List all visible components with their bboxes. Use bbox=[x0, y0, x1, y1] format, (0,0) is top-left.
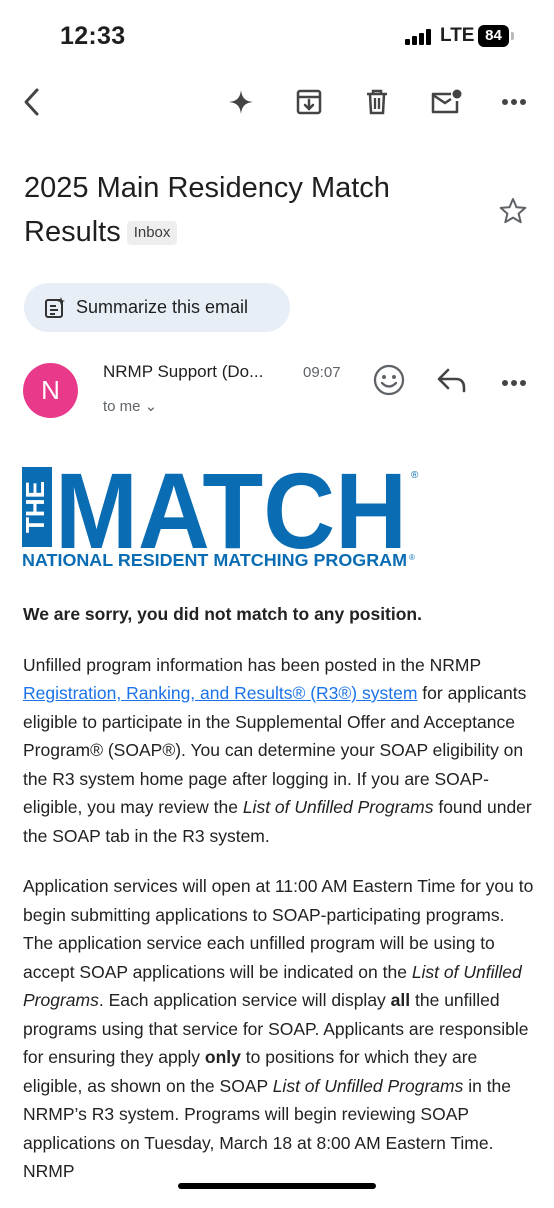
message-more-icon[interactable] bbox=[501, 374, 527, 392]
back-arrow-icon[interactable] bbox=[10, 80, 54, 124]
battery-icon: 84 bbox=[478, 25, 509, 47]
inbox-label-chip[interactable]: Inbox bbox=[126, 221, 178, 245]
body-headline: We are sorry, you did not match to any p… bbox=[23, 604, 422, 624]
logo-the: THE bbox=[22, 481, 50, 533]
emoji-react-icon[interactable] bbox=[372, 363, 406, 402]
status-time: 12:33 bbox=[60, 22, 126, 50]
trash-icon[interactable] bbox=[355, 80, 399, 124]
recipient-details[interactable]: to me ⌄ bbox=[103, 397, 157, 415]
star-icon[interactable] bbox=[498, 196, 528, 231]
home-indicator[interactable] bbox=[178, 1183, 376, 1189]
sparkle-icon[interactable] bbox=[219, 80, 263, 124]
email-toolbar bbox=[0, 80, 554, 136]
email-time: 09:07 bbox=[303, 364, 341, 381]
more-icon[interactable] bbox=[492, 80, 536, 124]
signal-icon bbox=[405, 29, 433, 45]
logo-registered: ® bbox=[411, 470, 419, 481]
r3-system-link[interactable]: Registration, Ranking, and Results® (R3®… bbox=[23, 683, 417, 703]
body-paragraph-2: Application services will open at 11:00 … bbox=[23, 876, 534, 1181]
archive-icon[interactable] bbox=[287, 80, 331, 124]
mark-unread-icon[interactable] bbox=[424, 80, 468, 124]
logo-tagline-registered: ® bbox=[409, 553, 415, 562]
sender-avatar[interactable]: N bbox=[23, 363, 78, 418]
email-body: We are sorry, you did not match to any p… bbox=[23, 600, 535, 1208]
summarize-icon bbox=[44, 296, 66, 319]
subject-text: 2025 Main Residency Match Results bbox=[24, 172, 390, 248]
body-paragraph-1: Unfilled program information has been po… bbox=[23, 654, 532, 846]
reply-icon[interactable] bbox=[436, 366, 468, 399]
summarize-button[interactable]: Summarize this email bbox=[24, 283, 290, 332]
logo-tagline: NATIONAL RESIDENT MATCHING PROGRAM bbox=[22, 550, 407, 570]
sender-name[interactable]: NRMP Support (Do... bbox=[103, 362, 293, 382]
email-subject: 2025 Main Residency Match Results Inbox bbox=[24, 166, 494, 254]
summarize-label: Summarize this email bbox=[76, 297, 249, 317]
battery-tip bbox=[511, 32, 514, 40]
status-bar: 12:33 LTE 84 bbox=[0, 0, 554, 70]
the-match-logo: THE MATCH ® NATIONAL RESIDENT MATCHING P… bbox=[20, 450, 422, 574]
network-label: LTE bbox=[440, 25, 475, 46]
